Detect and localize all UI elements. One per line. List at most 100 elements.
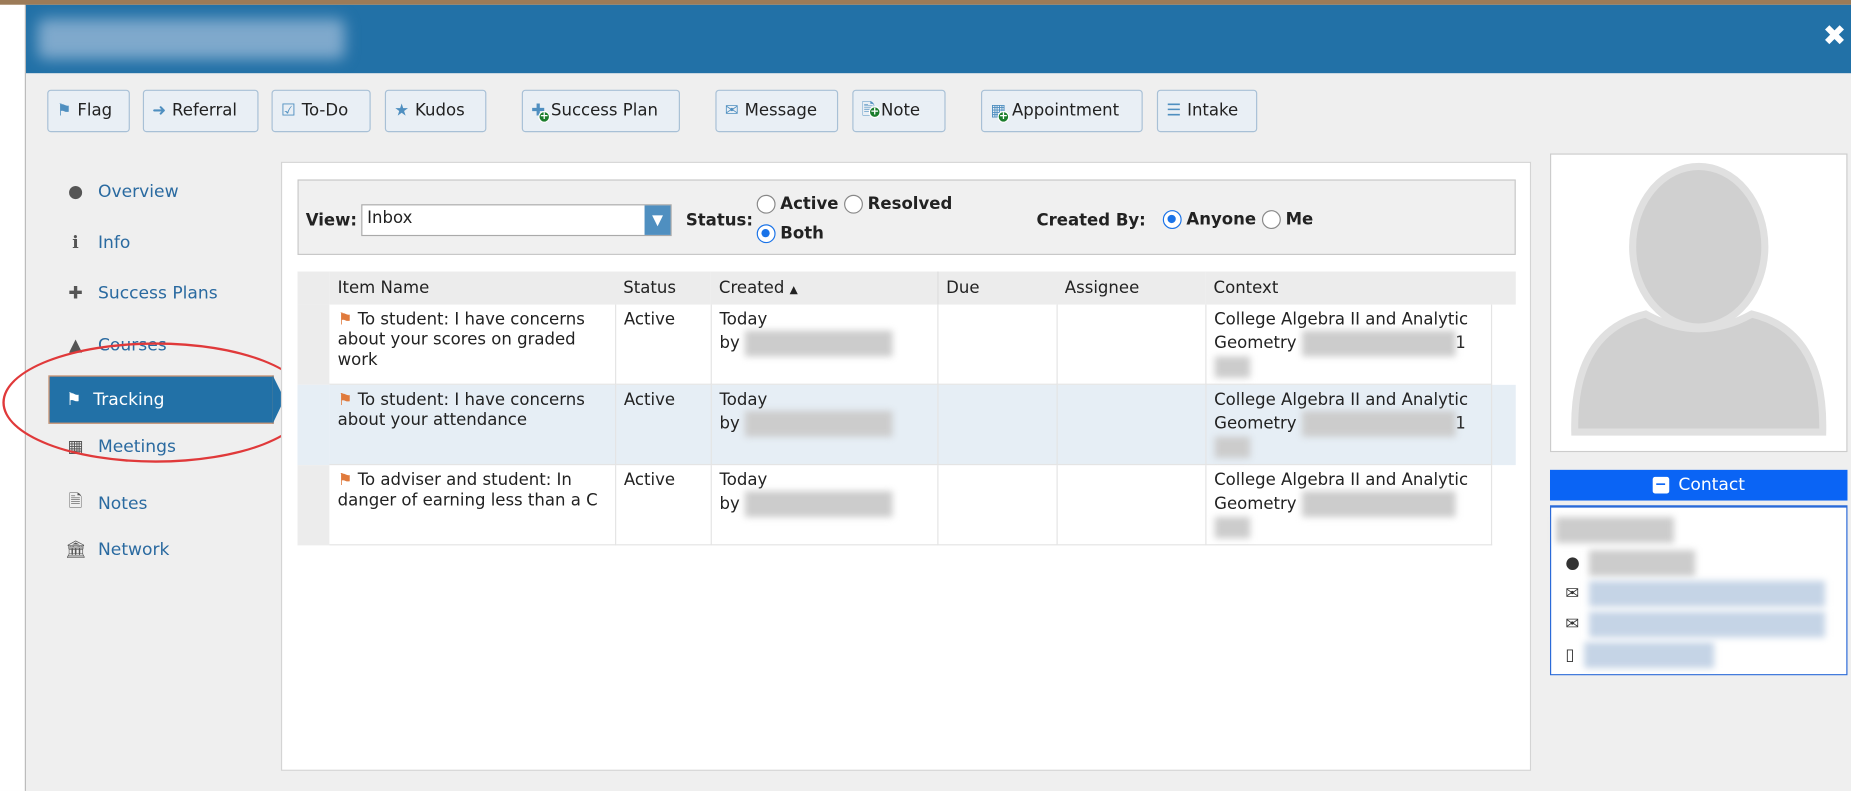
sidebar-item-info[interactable]: ℹ Info [65,234,130,253]
success-plan-button[interactable]: ✚ + Success Plan [521,89,680,133]
item-name-cell[interactable]: ⚑ To student: I have concerns about your… [329,304,616,385]
contact-phone-row[interactable]: ▯ [1565,642,1714,669]
sidebar-item-network[interactable]: 🏛 Network [65,539,170,559]
sidebar-label: Info [97,233,131,253]
close-icon[interactable]: ✖ [1823,19,1847,52]
flag-icon: ⚑ [337,310,353,330]
left-strip [0,0,26,791]
todo-label: To-Do [301,101,349,121]
sidebar-item-success-plans[interactable]: ✚ Success Plans [65,284,218,304]
user-silhouette-icon [1571,162,1827,436]
context-cell: College Algebra II and Analytic Geometry [1205,464,1492,546]
flag-icon: ⚑ [66,390,82,410]
referral-label: Referral [172,101,237,121]
gutter-header [297,271,330,305]
flag-label: Flag [77,101,113,121]
sidebar-label: Success Plans [97,284,218,304]
created-cell: Today by [710,384,938,466]
institution-icon: 🏛 [64,540,87,560]
item-name-cell[interactable]: ⚑ To adviser and student: In danger of e… [329,464,616,546]
view-label: View: [305,211,358,231]
envelope-icon: ✉ [724,101,739,121]
puzzle-icon: ✚ [68,284,83,304]
status-cell: Active [615,384,712,466]
envelope-icon: ✉ [1565,584,1580,604]
assignee-cell [1056,304,1206,385]
collapse-icon: − [1652,476,1669,494]
graduation-cap-icon: ▲ [68,336,83,356]
puzzle-plus-icon: ✚ + [531,101,551,123]
referral-button[interactable]: ➜ Referral [142,89,259,133]
todo-button[interactable]: ☑ To-Do [271,89,371,133]
view-value: Inbox [367,208,413,228]
table-row[interactable]: ⚑ To student: I have concerns about your… [297,304,1515,385]
envelope-icon: ✉ [1565,615,1580,634]
column-header-item-name[interactable]: Item Name [329,271,616,305]
note-button[interactable]: 🗎+Note [852,89,946,133]
sidebar-label: Meetings [97,437,176,457]
top-border [0,0,1851,5]
due-cell [937,464,1058,546]
status-label: Status: [685,211,753,231]
referral-icon: ➜ [152,101,167,121]
column-header-context[interactable]: Context [1205,271,1491,305]
tracking-table: Item Name Status Created ▲ Due Assignee … [297,271,1516,546]
contact-panel: ● ✉ ✉ ▯ [1549,505,1848,676]
column-header-assignee[interactable]: Assignee [1056,271,1206,305]
contact-email-row[interactable]: ✉ [1565,611,1825,638]
sidebar-item-tracking[interactable]: ⚑ Tracking [48,375,285,424]
flag-icon: ⚑ [337,390,353,410]
contact-toggle[interactable]: − Contact [1549,469,1848,501]
assignee-cell [1056,384,1206,466]
chevron-down-icon[interactable]: ▼ [644,205,671,235]
created-by-me-radio[interactable]: Me [1261,210,1313,230]
contact-name-row: ● [1565,550,1696,577]
column-header-due[interactable]: Due [936,271,1057,305]
info-icon: ℹ [72,233,79,253]
form-icon: ☰ [1166,101,1182,121]
message-label: Message [744,101,818,121]
sidebar-item-overview[interactable]: ● Overview [65,183,179,202]
intake-label: Intake [1187,101,1239,121]
item-name-cell[interactable]: ⚑ To student: I have concerns about your… [329,384,616,466]
status-both-radio[interactable]: Both [756,224,824,244]
sidebar-item-meetings[interactable]: ▦ Meetings [65,437,176,457]
checkbox-icon: ☑ [280,101,296,121]
created-by-anyone-radio[interactable]: Anyone [1162,210,1256,230]
context-cell: College Algebra II and Analytic Geometry… [1205,384,1492,466]
due-cell [937,304,1058,385]
status-resolved-radio[interactable]: Resolved [844,194,952,214]
calendar-plus-icon: ▦ + [990,101,1010,123]
avatar [1549,153,1848,453]
mobile-phone-icon: ▯ [1565,645,1575,665]
sidebar-item-courses[interactable]: ▲ Courses [65,336,167,355]
flag-button[interactable]: ⚑ Flag [47,89,130,133]
sidebar-label: Network [97,540,170,559]
status-active-radio[interactable]: Active [756,194,838,214]
sidebar-item-notes[interactable]: 🗎 Notes [65,489,148,519]
note-label: Note [880,101,921,121]
table-row[interactable]: ⚑ To student: I have concerns about your… [297,384,1516,466]
context-cell: College Algebra II and Analytic Geometry… [1205,304,1492,385]
tracking-panel: View: Inbox ▼ Status: Active Resolved Bot… [280,161,1532,771]
appointment-button[interactable]: ▦ + Appointment [980,89,1143,133]
due-cell [937,384,1058,466]
view-select[interactable]: Inbox ▼ [361,204,672,237]
column-header-created[interactable]: Created ▲ [710,271,938,305]
flag-icon: ⚑ [337,471,353,490]
message-button[interactable]: ✉ Message [715,89,839,133]
kudos-button[interactable]: ★ Kudos [384,89,487,133]
window-header: ✖ [25,4,1851,74]
star-icon: ★ [394,101,410,121]
status-cell: Active [615,464,712,546]
contact-title: Contact [1678,475,1746,495]
column-header-status[interactable]: Status [615,271,711,305]
user-icon: ● [1565,553,1580,573]
flag-icon: ⚑ [56,101,72,121]
sidebar-label: Overview [97,182,179,202]
intake-button[interactable]: ☰ Intake [1156,89,1258,133]
sidebar-label: Tracking [93,390,165,410]
contact-email-row[interactable]: ✉ [1565,580,1825,607]
sidebar-label: Notes [97,494,148,513]
table-row[interactable]: ⚑ To adviser and student: In danger of e… [297,464,1515,546]
